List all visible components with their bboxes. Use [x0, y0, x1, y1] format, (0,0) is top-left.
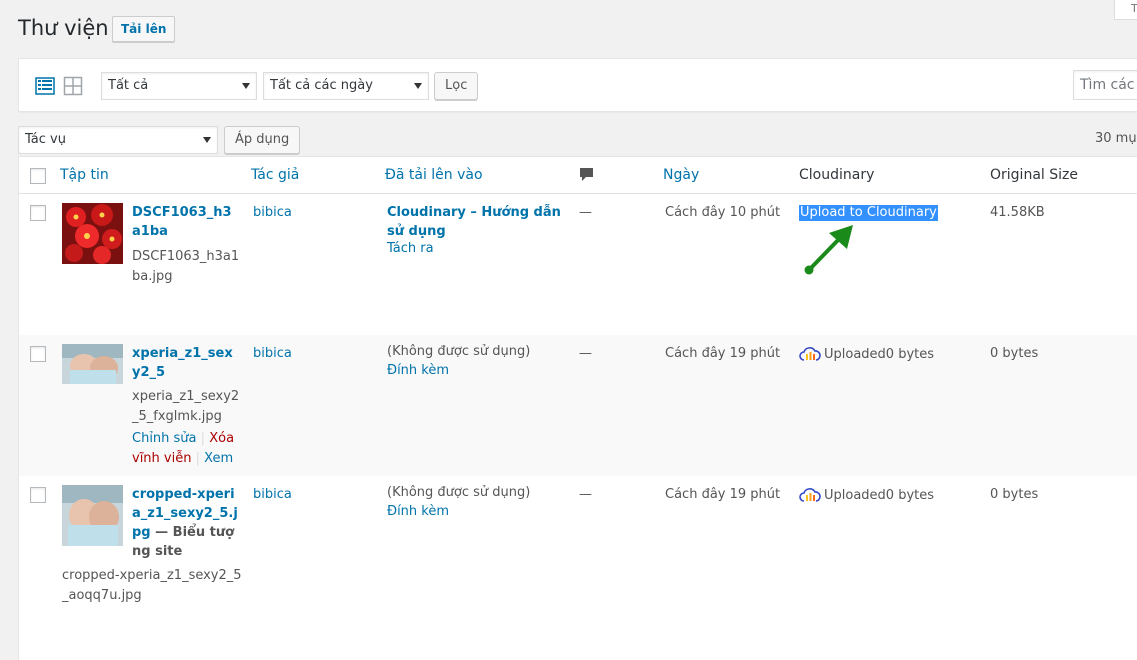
table-row: xperia_z1_sexy2_5 xperia_z1_sexy2_5_fxgl… [19, 335, 1137, 476]
cloudinary-status-text: Uploaded0 bytes [824, 347, 935, 362]
edit-link[interactable]: Chỉnh sửa [132, 431, 197, 446]
bulk-action-value: Tác vụ [25, 132, 66, 147]
media-type-select[interactable]: Tất cả [101, 72, 257, 100]
parent-post-status: (Không được sử dụng) [387, 485, 531, 500]
original-size: 0 bytes [990, 487, 1039, 502]
cloudinary-status: Uploaded0 bytes [799, 487, 934, 503]
parent-post-status: (Không được sử dụng) [387, 344, 531, 359]
upload-date: Cách đây 10 phút [665, 205, 781, 220]
original-size: 0 bytes [990, 346, 1039, 361]
page-title: Thư viện [18, 16, 109, 40]
attach-link[interactable]: Đính kèm [387, 363, 449, 378]
file-name: cropped-xperia_z1_sexy2_5_aoqq7u.jpg [62, 566, 242, 606]
cloudinary-cloud-icon [799, 488, 821, 502]
author-link[interactable]: bibica [253, 203, 292, 222]
media-filter-bar: Tất cả Tất cả các ngày Lọc Tìm các m [18, 58, 1137, 112]
items-count: 30 mục [1095, 131, 1137, 146]
parent-post-link[interactable]: Cloudinary – Hướng dẫn sử dụng [387, 203, 567, 241]
column-file[interactable]: Tập tin [60, 167, 109, 183]
chevron-down-icon [242, 83, 250, 89]
column-author[interactable]: Tác giả [251, 167, 299, 183]
original-size: 41.58KB [990, 205, 1045, 220]
cloudinary-cloud-icon [799, 347, 821, 361]
column-original-size: Original Size [990, 167, 1078, 183]
comment-count: — [579, 346, 592, 361]
bulk-action-select[interactable]: Tác vụ [18, 126, 218, 154]
search-input[interactable]: Tìm các m [1073, 70, 1137, 100]
file-name: xperia_z1_sexy2_5_fxglmk.jpg [132, 387, 242, 427]
comment-count: — [579, 205, 592, 220]
upload-date: Cách đây 19 phút [665, 487, 781, 502]
screen-options-tab[interactable]: T [1114, 0, 1137, 20]
select-all-checkbox[interactable] [30, 168, 46, 184]
file-title-link[interactable]: xperia_z1_sexy2_5 [132, 344, 237, 382]
cloudinary-status-text: Uploaded0 bytes [824, 488, 935, 503]
media-type-value: Tất cả [108, 78, 149, 93]
separator: | [200, 431, 206, 446]
row-checkbox[interactable] [30, 205, 46, 221]
thumbnail-flowers[interactable] [62, 203, 123, 264]
filter-button[interactable]: Lọc [434, 72, 479, 100]
grid-view-icon[interactable] [63, 76, 83, 96]
row-checkbox[interactable] [30, 487, 46, 503]
comment-bubble-icon[interactable] [579, 167, 594, 187]
upload-button[interactable]: Tải lên [112, 16, 176, 42]
upload-to-cloudinary-link[interactable]: Upload to Cloudinary [799, 205, 938, 221]
thumbnail-photo[interactable] [62, 344, 123, 384]
attach-link[interactable]: Đính kèm [387, 504, 449, 519]
file-name-text: cropped-xperia_z1_sexy2_5_aoqq7u.jpg [62, 568, 242, 603]
thumbnail-photo-cropped[interactable] [62, 485, 123, 546]
green-arrow-icon [804, 225, 853, 275]
file-name: DSCF1063_h3a1ba.jpg [132, 247, 242, 287]
table-header: Tập tin Tác giả Đã tải lên vào Ngày Clou… [19, 157, 1137, 194]
author-link[interactable]: bibica [253, 485, 292, 504]
date-value: Tất cả các ngày [270, 78, 373, 93]
view-link[interactable]: Xem [204, 451, 233, 466]
list-view-icon[interactable] [35, 76, 55, 96]
separator: | [195, 451, 200, 466]
table-row: DSCF1063_h3a1ba DSCF1063_h3a1ba.jpg bibi… [19, 194, 1137, 335]
comment-count: — [579, 487, 592, 502]
file-title-link[interactable]: DSCF1063_h3a1ba [132, 203, 237, 241]
row-checkbox[interactable] [30, 346, 46, 362]
column-uploaded-to[interactable]: Đã tải lên vào [385, 167, 483, 183]
date-select[interactable]: Tất cả các ngày [263, 72, 429, 100]
column-date[interactable]: Ngày [663, 167, 699, 183]
chevron-down-icon [203, 137, 211, 143]
author-link[interactable]: bibica [253, 344, 292, 363]
media-table: Tập tin Tác giả Đã tải lên vào Ngày Clou… [18, 156, 1137, 660]
chevron-down-icon [414, 83, 422, 89]
apply-button[interactable]: Áp dụng [224, 126, 301, 154]
detach-link[interactable]: Tách ra [387, 241, 434, 256]
column-cloudinary: Cloudinary [799, 167, 875, 183]
file-title-link[interactable]: cropped-xperia_z1_sexy2_5.jpg — Biểu tượ… [132, 485, 242, 561]
upload-date: Cách đây 19 phút [665, 346, 781, 361]
cloudinary-status: Uploaded0 bytes [799, 346, 934, 362]
file-name-text: DSCF1063_h3a1ba.jpg [132, 249, 240, 284]
row-actions: Chỉnh sửa | Xóa vĩnh viễn | Xem [132, 429, 242, 469]
file-name-text: xperia_z1_sexy2_5_fxglmk.jpg [132, 389, 240, 424]
table-row: cropped-xperia_z1_sexy2_5.jpg — Biểu tượ… [19, 476, 1137, 660]
